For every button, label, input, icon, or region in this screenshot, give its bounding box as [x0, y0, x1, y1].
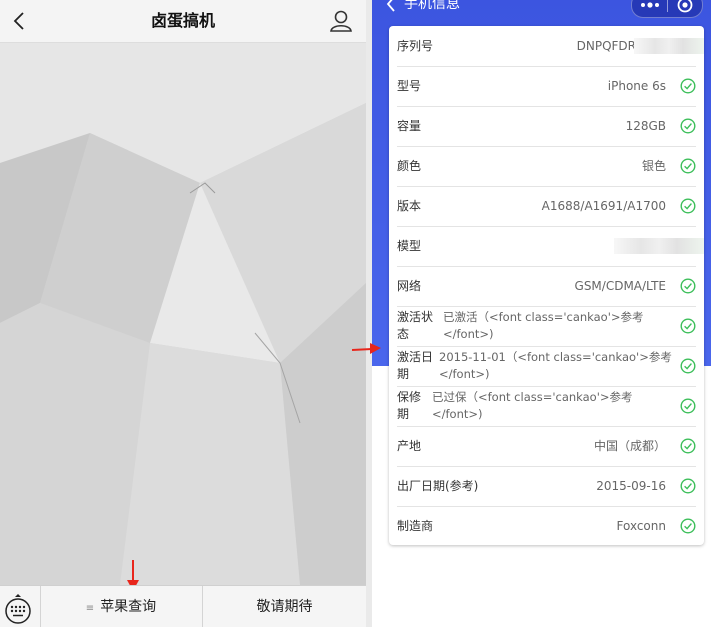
redacted-blur: [614, 238, 704, 254]
keyboard-icon: [5, 594, 31, 624]
info-row-network: 网络 GSM/CDMA/LTE: [397, 266, 696, 307]
mini-program-capsule: [631, 0, 703, 18]
keyboard-toggle[interactable]: [0, 586, 41, 627]
coming-soon-label: 敬请期待: [256, 599, 313, 615]
info-row-color: 颜色 银色: [397, 146, 696, 187]
target-close-icon: [677, 0, 693, 13]
row-label: 出厂日期(参考): [397, 479, 479, 493]
check-circle-icon: [680, 398, 696, 414]
nav-title: 手机信息: [404, 0, 460, 12]
redacted-blur: [634, 38, 704, 54]
info-row-manufacture-date: 出厂日期(参考) 2015-09-16: [397, 466, 696, 507]
check-circle-icon: [680, 478, 696, 494]
crumpled-paper-background: [0, 43, 366, 585]
info-row-manufacturer: 制造商 Foxconn: [397, 506, 696, 546]
coming-soon-menu[interactable]: 敬请期待: [203, 586, 366, 627]
row-value-line1: 2015-11-01（<font class='cankao'>参考: [439, 350, 672, 364]
row-value: A1688/A1691/A1700: [541, 199, 666, 213]
check-circle-icon: [680, 278, 696, 294]
row-label-line2: 态: [397, 327, 410, 341]
check-circle-icon: [680, 518, 696, 534]
back-icon[interactable]: [382, 0, 400, 14]
apple-query-label: 苹果查询: [100, 599, 157, 615]
row-value: 中国（成都）: [593, 439, 666, 453]
check-circle-icon: [680, 358, 696, 374]
row-label: 型号: [397, 79, 422, 93]
info-row-version: 版本 A1688/A1691/A1700: [397, 186, 696, 227]
row-value-line1: 已激活（<font class='cankao'>参考: [443, 310, 644, 324]
row-label-line1: 激活日: [397, 350, 434, 364]
row-value: 已过保（<font class='cankao'>参考 </font>): [432, 389, 633, 423]
left-screen: 卤蛋搞机 ≡ 苹果查询 敬请期待: [0, 0, 366, 627]
left-nav-bar: 卤蛋搞机: [0, 0, 366, 43]
row-label: 产地: [397, 439, 422, 453]
user-icon[interactable]: [328, 8, 354, 34]
menu-lines-icon: ≡: [85, 603, 95, 614]
row-label: 版本: [397, 199, 422, 213]
row-label: 颜色: [397, 159, 422, 173]
apple-query-menu[interactable]: ≡ 苹果查询: [40, 586, 203, 627]
check-circle-icon: [680, 118, 696, 134]
bottom-menu-bar: ≡ 苹果查询 敬请期待: [0, 585, 366, 627]
check-circle-icon: [680, 438, 696, 454]
info-row-origin: 产地 中国（成都）: [397, 426, 696, 467]
row-value: 2015-11-01（<font class='cankao'>参考 </font…: [439, 349, 672, 383]
row-label: 容量: [397, 119, 422, 133]
row-label-line1: 激活状: [397, 310, 434, 324]
row-label: 制造商: [397, 519, 434, 533]
phone-info-card: 序列号 DNPQFDR 型号 iPhone 6s 容量 128GB 颜色 银色 …: [389, 26, 704, 545]
right-screen: 手机信息 序列号 DNPQFDR 型号 iPhone 6s 容量 128GB 颜…: [372, 0, 711, 627]
row-value: 2015-09-16: [596, 479, 666, 493]
row-value: GSM/CDMA/LTE: [574, 279, 666, 293]
check-circle-icon: [680, 78, 696, 94]
row-value: 已激活（<font class='cankao'>参考 </font>): [443, 309, 644, 343]
page-title: 卤蛋搞机: [150, 11, 215, 30]
row-value: 银色: [641, 159, 666, 173]
row-value: DNPQFDR: [576, 39, 636, 53]
more-button[interactable]: [632, 0, 667, 17]
row-value-line2: </font>): [439, 367, 490, 381]
row-label: 网络: [397, 279, 422, 293]
info-row-serial: 序列号 DNPQFDR: [397, 26, 704, 67]
info-row-capacity: 容量 128GB: [397, 106, 696, 147]
row-label: 激活日期: [397, 349, 439, 383]
row-value-line2: </font>): [432, 407, 483, 421]
close-button[interactable]: [668, 0, 702, 17]
info-row-warranty: 保修期 已过保（<font class='cankao'>参考 </font>): [397, 386, 696, 427]
row-value: iPhone 6s: [607, 79, 666, 93]
info-row-activation-status: 激活状态 已激活（<font class='cankao'>参考 </font>): [397, 306, 696, 347]
check-circle-icon: [680, 318, 696, 334]
more-dots-icon: [641, 2, 659, 8]
row-label: 模型: [397, 239, 422, 253]
row-label: 序列号: [397, 39, 434, 53]
row-label-line2: 期: [397, 367, 410, 381]
red-arrow-right: [352, 343, 381, 354]
row-value-line1: 已过保（<font class='cankao'>参考: [432, 390, 633, 404]
row-value: 128GB: [625, 119, 666, 133]
check-circle-icon: [680, 158, 696, 174]
row-value: Foxconn: [616, 519, 667, 533]
info-row-model: 型号 iPhone 6s: [397, 66, 696, 107]
info-row-activation-date: 激活日期 2015-11-01（<font class='cankao'>参考 <…: [397, 346, 696, 387]
row-label: 激活状态: [397, 309, 439, 343]
check-circle-icon: [680, 198, 696, 214]
row-value-line2: </font>): [443, 327, 494, 341]
info-row-mold: 模型: [397, 226, 704, 267]
